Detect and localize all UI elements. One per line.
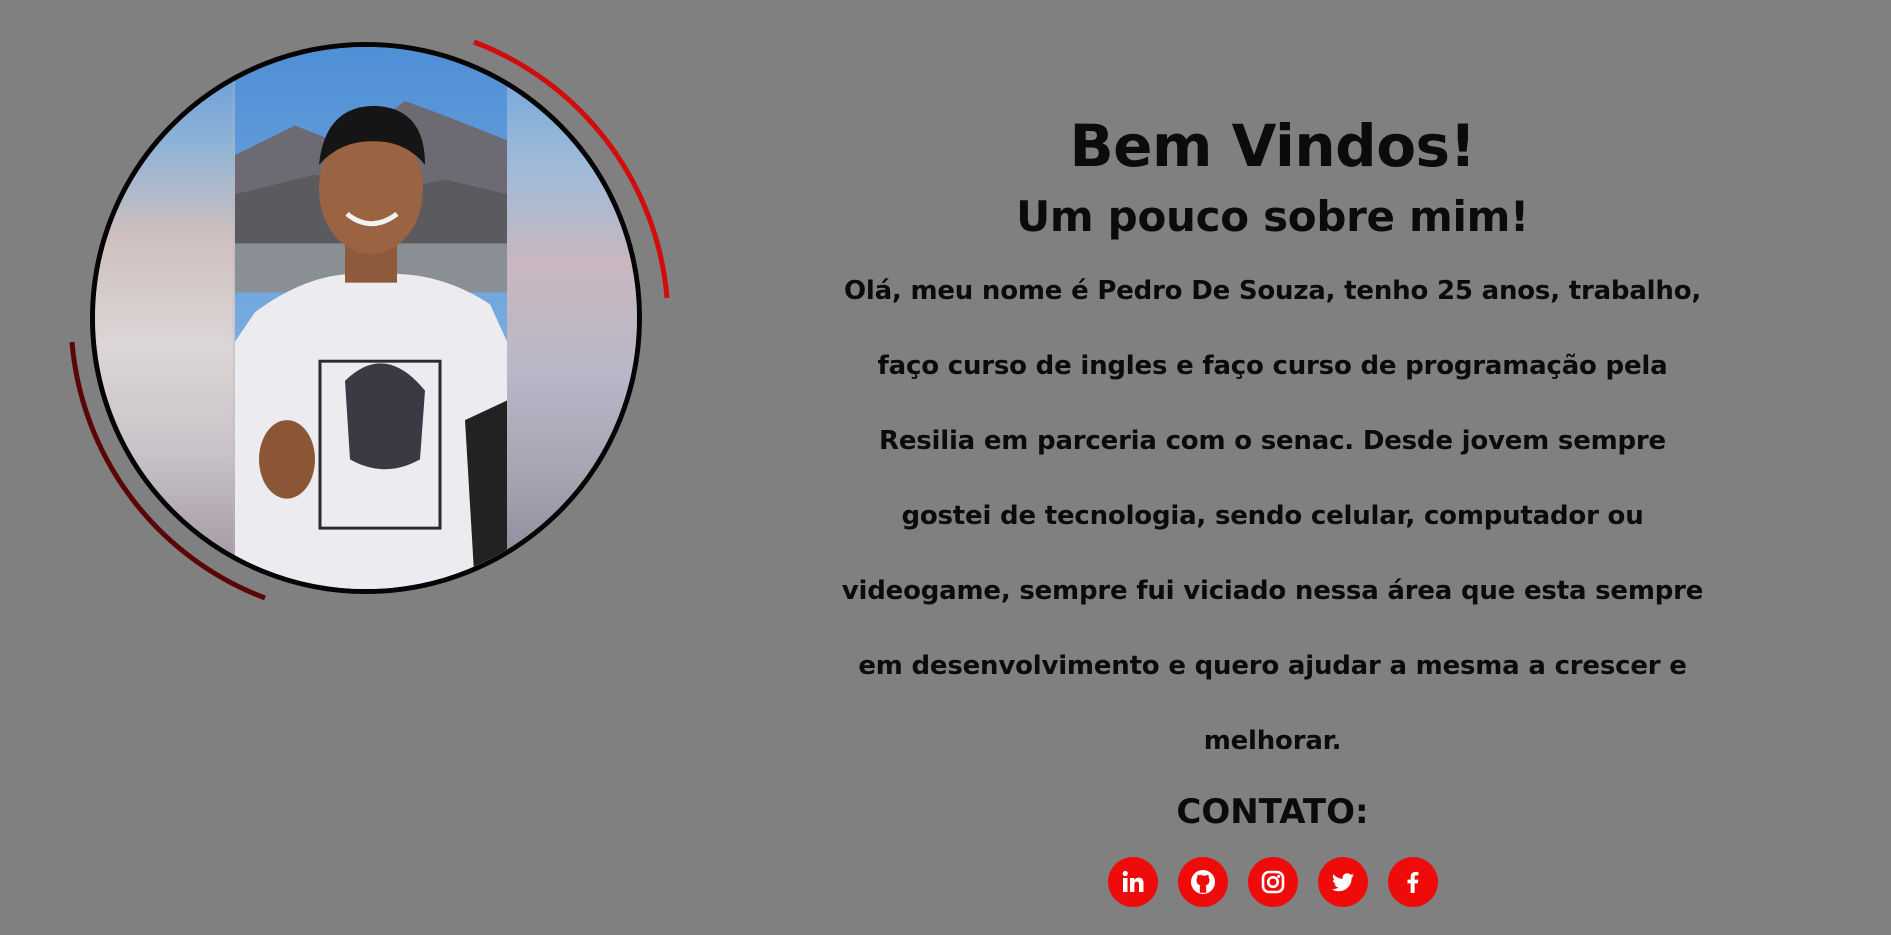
profile-photo-block [60, 30, 680, 610]
twitter-icon [1331, 873, 1354, 892]
about-line: videogame, sempre fui viciado nessa área… [841, 576, 1704, 606]
linkedin-button[interactable] [1107, 857, 1158, 907]
linkedin-icon [1122, 870, 1143, 892]
github-button[interactable] [1177, 857, 1228, 907]
contact-title: CONTATO: [1176, 792, 1369, 832]
about-line: melhorar. [1203, 726, 1342, 756]
instagram-icon [1261, 870, 1284, 894]
page: Bem Vindos! Um pouco sobre mim! Olá, meu… [0, 0, 1891, 935]
github-icon [1190, 870, 1215, 894]
about-line: em desenvolvimento e quero ajudar a mesm… [858, 651, 1687, 681]
social-links [800, 857, 1745, 907]
instagram-button[interactable] [1247, 857, 1298, 907]
about-line: Resilia em parceria com o senac. Desde j… [879, 426, 1666, 456]
about-section: Bem Vindos! Um pouco sobre mim! Olá, meu… [800, 100, 1745, 907]
about-subtitle: Um pouco sobre mim! [1016, 192, 1529, 241]
profile-photo [90, 42, 642, 594]
photo-blur-left [95, 47, 235, 589]
twitter-button[interactable] [1317, 857, 1368, 907]
about-line: faço curso de ingles e faço curso de pro… [877, 351, 1668, 381]
facebook-button[interactable] [1387, 857, 1438, 907]
about-line: Olá, meu nome é Pedro De Souza, tenho 25… [843, 276, 1702, 306]
photo-blur-right [497, 47, 637, 589]
welcome-title: Bem Vindos! [1069, 112, 1476, 180]
portrait-image [235, 47, 507, 589]
about-line: gostei de tecnologia, sendo celular, com… [901, 501, 1644, 531]
facebook-icon [1407, 871, 1418, 893]
about-paragraph: Olá, meu nome é Pedro De Souza, tenho 25… [800, 254, 1745, 779]
